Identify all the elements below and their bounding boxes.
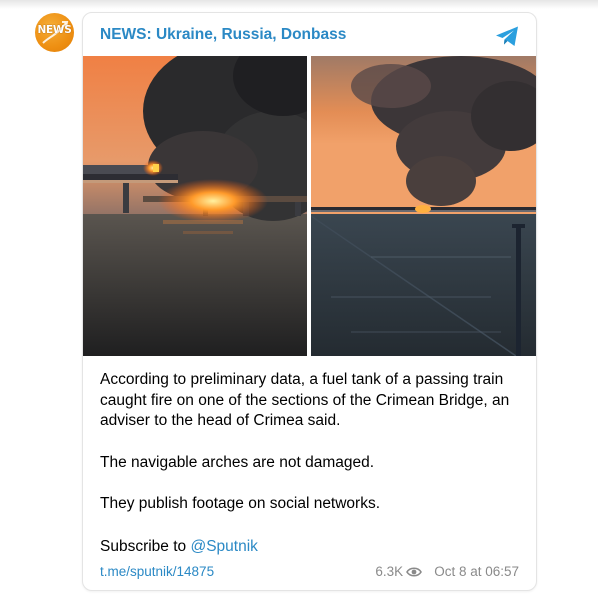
channel-avatar[interactable]: NEWS: [35, 13, 74, 52]
bridge-fire-photo-distant[interactable]: [311, 56, 536, 356]
subscribe-text: Subscribe to: [100, 538, 191, 555]
telegram-icon[interactable]: [494, 23, 521, 50]
post-card: NEWS: Ukraine, Russia, Donbass According…: [82, 12, 537, 591]
message-paragraph: The navigable arches are not damaged.: [100, 453, 375, 471]
message-paragraph: They publish footage on social networks.: [100, 495, 381, 512]
post-meta: 6.3K Oct 8 at 06:57: [375, 564, 519, 579]
top-divider: [0, 0, 598, 9]
subscribe-line: Subscribe to @Sputnik: [100, 538, 258, 556]
eye-icon: [406, 566, 423, 578]
view-count: 6.3K: [375, 564, 404, 579]
avatar-label: NEWS: [37, 24, 72, 36]
subscribe-link[interactable]: @Sputnik: [190, 538, 257, 555]
channel-title[interactable]: NEWS: Ukraine, Russia, Donbass: [100, 26, 346, 44]
post-date[interactable]: Oct 8 at 06:57: [434, 564, 519, 579]
message-paragraph: According to preliminary data, a fuel ta…: [100, 371, 510, 429]
bridge-fire-photo-closeup[interactable]: [83, 56, 307, 356]
message-text: According to preliminary data, a fuel ta…: [100, 370, 525, 536]
post-link[interactable]: t.me/sputnik/14875: [100, 564, 214, 579]
